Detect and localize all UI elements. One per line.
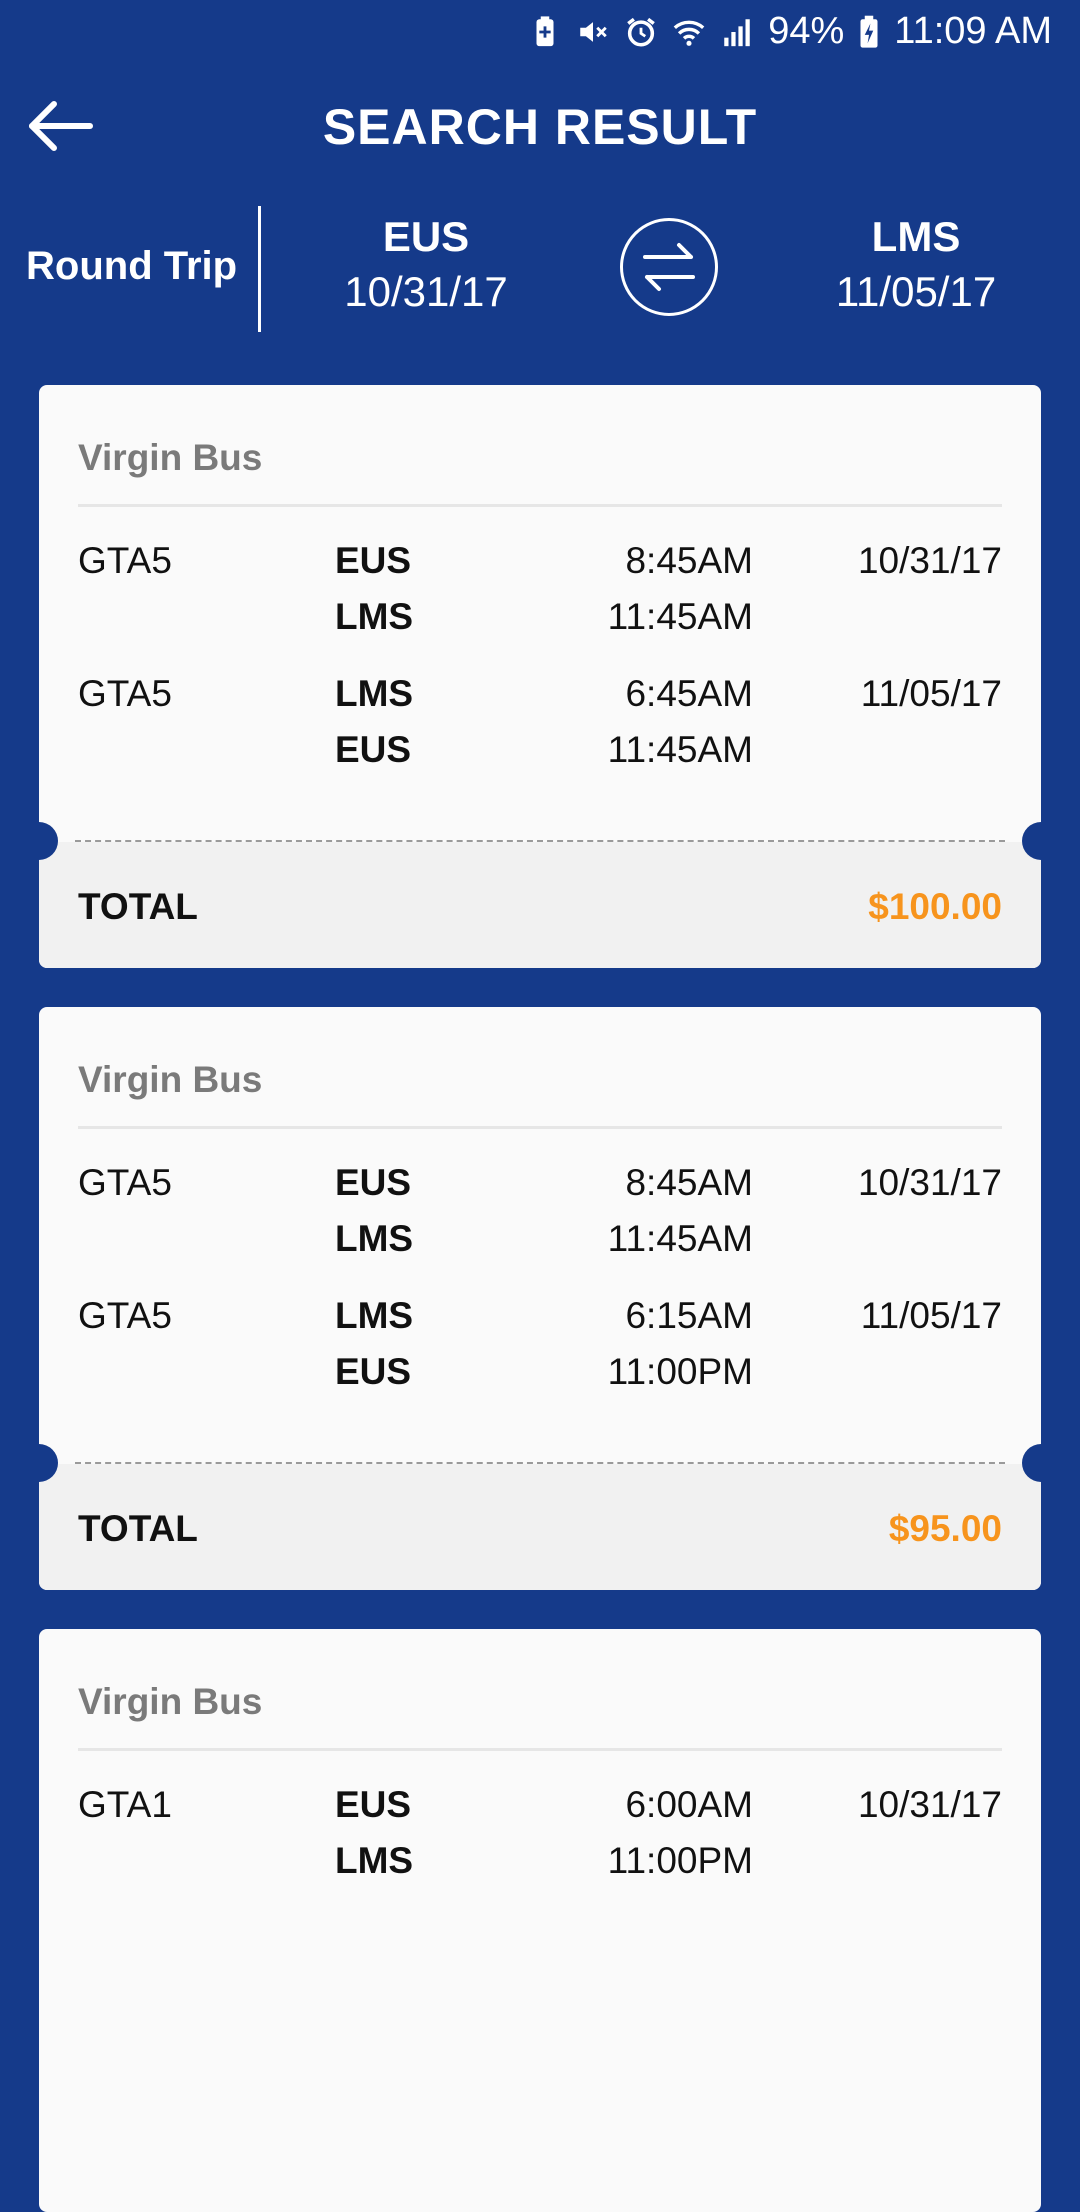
origin-block[interactable]: EUS 10/31/17: [296, 212, 556, 322]
leg-to: EUS: [335, 1351, 412, 1392]
leg-date: 10/31/17: [857, 540, 1002, 581]
result-card[interactable]: Virgin Bus GTA5 EUS LMS 8:45AM 11:45AM 1…: [39, 1007, 1041, 1590]
total-label: TOTAL: [78, 886, 198, 927]
leg-from: EUS: [335, 1784, 412, 1825]
result-card[interactable]: Virgin Bus GTA1 EUS LMS 6:00AM 11:00PM 1…: [39, 1629, 1041, 2212]
destination-code: LMS: [871, 213, 961, 260]
card-separator: [78, 1748, 1002, 1751]
card-separator: [78, 504, 1002, 507]
battery-charging-icon: [858, 15, 880, 49]
mute-icon: [576, 15, 610, 49]
battery-percent: 94%: [768, 10, 845, 52]
depart-time: 6:00AM: [625, 1784, 753, 1825]
leg-date: 11/05/17: [860, 673, 1002, 714]
leg-row: GTA5 LMS EUS 6:45AM 11:45AM 11/05/17: [39, 673, 1041, 783]
bus-number: GTA1: [78, 1784, 172, 1825]
swap-arrows-icon: [643, 243, 695, 291]
leg-date: 10/31/17: [857, 1162, 1002, 1203]
page-title: SEARCH RESULT: [322, 99, 758, 155]
destination-block[interactable]: LMS 11/05/17: [786, 212, 1046, 322]
leg-to: LMS: [335, 1218, 414, 1259]
battery-saver-icon: [528, 15, 562, 49]
alarm-icon: [624, 15, 658, 49]
origin-code: EUS: [382, 213, 470, 260]
leg-to: LMS: [335, 1840, 414, 1881]
operator-name: Virgin Bus: [78, 437, 263, 478]
destination-date: 11/05/17: [835, 268, 997, 315]
leg-row: GTA5 EUS LMS 8:45AM 11:45AM 10/31/17: [39, 1162, 1041, 1272]
total-price: $95.00: [888, 1508, 1002, 1549]
arrive-time: 11:00PM: [607, 1840, 753, 1881]
leg-from: LMS: [335, 1295, 414, 1336]
ticket-divider: [75, 840, 1005, 842]
result-card[interactable]: Virgin Bus GTA5 EUS LMS 8:45AM 11:45AM 1…: [39, 385, 1041, 968]
card-separator: [78, 1126, 1002, 1129]
leg-to: LMS: [335, 596, 414, 637]
operator-name: Virgin Bus: [78, 1681, 263, 1722]
swap-button[interactable]: [620, 218, 718, 316]
arrive-time: 11:45AM: [607, 1218, 753, 1259]
leg-row: GTA1 EUS LMS 6:00AM 11:00PM 10/31/17: [39, 1784, 1041, 1894]
arrive-time: 11:00PM: [607, 1351, 753, 1392]
status-bar: 94% 11:09 AM: [0, 0, 1080, 64]
card-footer: TOTAL $100.00: [39, 842, 1041, 968]
leg-date: 11/05/17: [860, 1295, 1002, 1336]
arrive-time: 11:45AM: [607, 729, 753, 770]
wifi-icon: [672, 15, 706, 49]
leg-to: EUS: [335, 729, 412, 770]
bus-number: GTA5: [78, 1162, 172, 1203]
leg-from: EUS: [335, 540, 412, 581]
origin-date: 10/31/17: [344, 268, 508, 315]
bus-number: GTA5: [78, 1295, 172, 1336]
leg-from: LMS: [335, 673, 414, 714]
depart-time: 6:45AM: [625, 673, 753, 714]
arrive-time: 11:45AM: [607, 596, 753, 637]
depart-time: 6:15AM: [625, 1295, 753, 1336]
operator-name: Virgin Bus: [78, 1059, 263, 1100]
depart-time: 8:45AM: [625, 1162, 753, 1203]
depart-time: 8:45AM: [625, 540, 753, 581]
trip-divider: [258, 206, 261, 332]
leg-row: GTA5 EUS LMS 8:45AM 11:45AM 10/31/17: [39, 540, 1041, 650]
leg-date: 10/31/17: [857, 1784, 1002, 1825]
total-price: $100.00: [868, 886, 1002, 927]
status-icons: 94% 11:09 AM: [528, 10, 1052, 53]
signal-icon: [720, 15, 754, 49]
bus-number: GTA5: [78, 673, 172, 714]
trip-type[interactable]: Round Trip: [26, 244, 237, 289]
leg-from: EUS: [335, 1162, 412, 1203]
card-footer: TOTAL $95.00: [39, 1464, 1041, 1590]
bus-number: GTA5: [78, 540, 172, 581]
leg-row: GTA5 LMS EUS 6:15AM 11:00PM 11/05/17: [39, 1295, 1041, 1405]
total-label: TOTAL: [78, 1508, 198, 1549]
ticket-divider: [75, 1462, 1005, 1464]
status-time: 11:09 AM: [894, 10, 1052, 52]
